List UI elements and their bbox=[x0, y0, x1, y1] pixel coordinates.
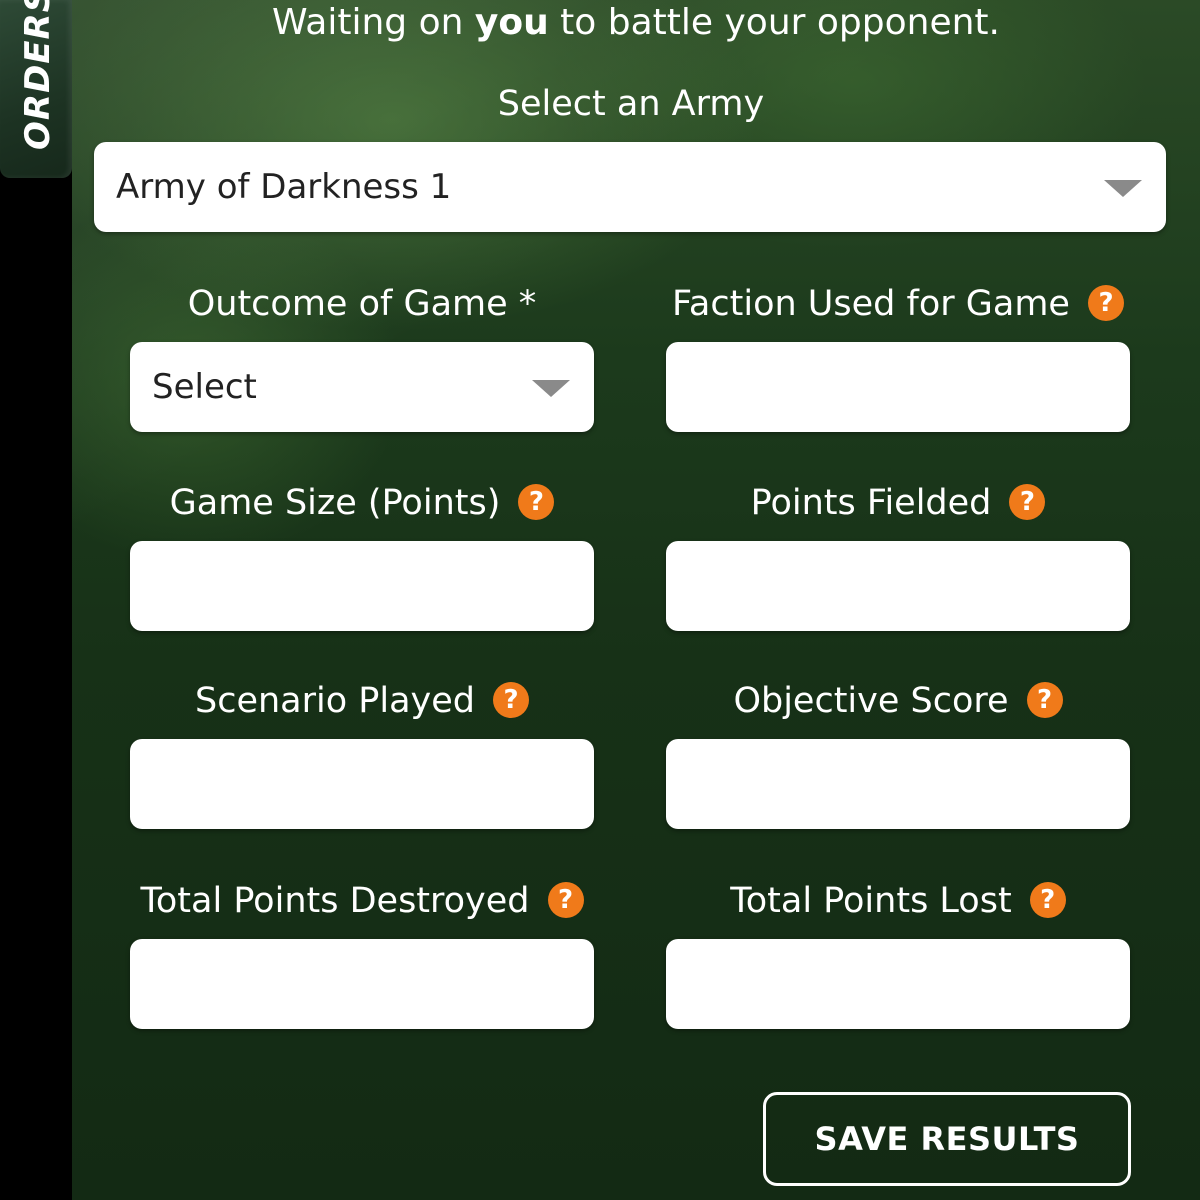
points-destroyed-input-wrapper bbox=[130, 939, 594, 1029]
points-fielded-input[interactable] bbox=[666, 541, 1130, 631]
objective-score-label: Objective Score? bbox=[666, 679, 1130, 723]
outcome-select-value: Select bbox=[152, 367, 257, 407]
points-fielded-label: Points Fielded? bbox=[666, 481, 1130, 525]
points-destroyed-input[interactable] bbox=[130, 939, 594, 1029]
chevron-down-icon bbox=[1104, 180, 1142, 197]
status-suffix: to battle your opponent. bbox=[548, 2, 1000, 43]
status-message: Waiting on you to battle your opponent. bbox=[72, 0, 1200, 46]
points-lost-input-wrapper bbox=[666, 939, 1130, 1029]
help-icon[interactable]: ? bbox=[493, 682, 530, 718]
points-destroyed-label: Total Points Destroyed? bbox=[100, 879, 624, 923]
help-icon[interactable]: ? bbox=[1087, 285, 1124, 321]
orders-tab[interactable]: ORDERS bbox=[0, 0, 72, 178]
army-select-value: Army of Darkness 1 bbox=[116, 167, 452, 207]
outcome-select[interactable]: Select bbox=[130, 342, 594, 432]
status-emphasis: you bbox=[474, 2, 549, 43]
objective-score-input[interactable] bbox=[666, 739, 1130, 829]
faction-label: Faction Used for Game? bbox=[666, 282, 1130, 326]
help-icon[interactable]: ? bbox=[518, 484, 555, 520]
help-icon[interactable]: ? bbox=[1009, 484, 1046, 520]
orders-tab-label: ORDERS bbox=[18, 0, 58, 150]
faction-input[interactable] bbox=[666, 342, 1130, 432]
scenario-input-wrapper bbox=[130, 739, 594, 829]
help-icon[interactable]: ? bbox=[547, 882, 584, 918]
game-size-label-text: Game Size (Points) bbox=[169, 483, 501, 523]
sidebar: ORDERS bbox=[0, 0, 72, 1200]
points-lost-label: Total Points Lost? bbox=[666, 879, 1130, 923]
points-lost-label-text: Total Points Lost bbox=[730, 881, 1012, 921]
faction-label-text: Faction Used for Game bbox=[672, 284, 1070, 324]
help-icon[interactable]: ? bbox=[1026, 682, 1063, 718]
game-size-label: Game Size (Points)? bbox=[130, 481, 594, 525]
battle-results-panel: Waiting on you to battle your opponent. … bbox=[72, 0, 1200, 1200]
points-lost-input[interactable] bbox=[666, 939, 1130, 1029]
army-select[interactable]: Army of Darkness 1 bbox=[94, 142, 1166, 232]
scenario-label: Scenario Played? bbox=[130, 679, 594, 723]
chevron-down-icon bbox=[532, 380, 570, 397]
status-prefix: Waiting on bbox=[272, 2, 475, 43]
outcome-label: Outcome of Game * bbox=[130, 282, 594, 326]
points-fielded-label-text: Points Fielded bbox=[750, 483, 992, 523]
objective-score-input-wrapper bbox=[666, 739, 1130, 829]
game-size-input-wrapper bbox=[130, 541, 594, 631]
save-results-button[interactable]: SAVE RESULTS bbox=[763, 1092, 1131, 1186]
objective-score-label-text: Objective Score bbox=[733, 681, 1009, 721]
points-destroyed-label-text: Total Points Destroyed bbox=[140, 881, 530, 921]
help-icon[interactable]: ? bbox=[1029, 882, 1066, 918]
scenario-input[interactable] bbox=[130, 739, 594, 829]
faction-input-wrapper bbox=[666, 342, 1130, 432]
army-select-label: Select an Army bbox=[497, 84, 765, 124]
outcome-label-text: Outcome of Game * bbox=[187, 284, 537, 324]
scenario-label-text: Scenario Played bbox=[194, 681, 476, 721]
game-size-input[interactable] bbox=[130, 541, 594, 631]
points-fielded-input-wrapper bbox=[666, 541, 1130, 631]
